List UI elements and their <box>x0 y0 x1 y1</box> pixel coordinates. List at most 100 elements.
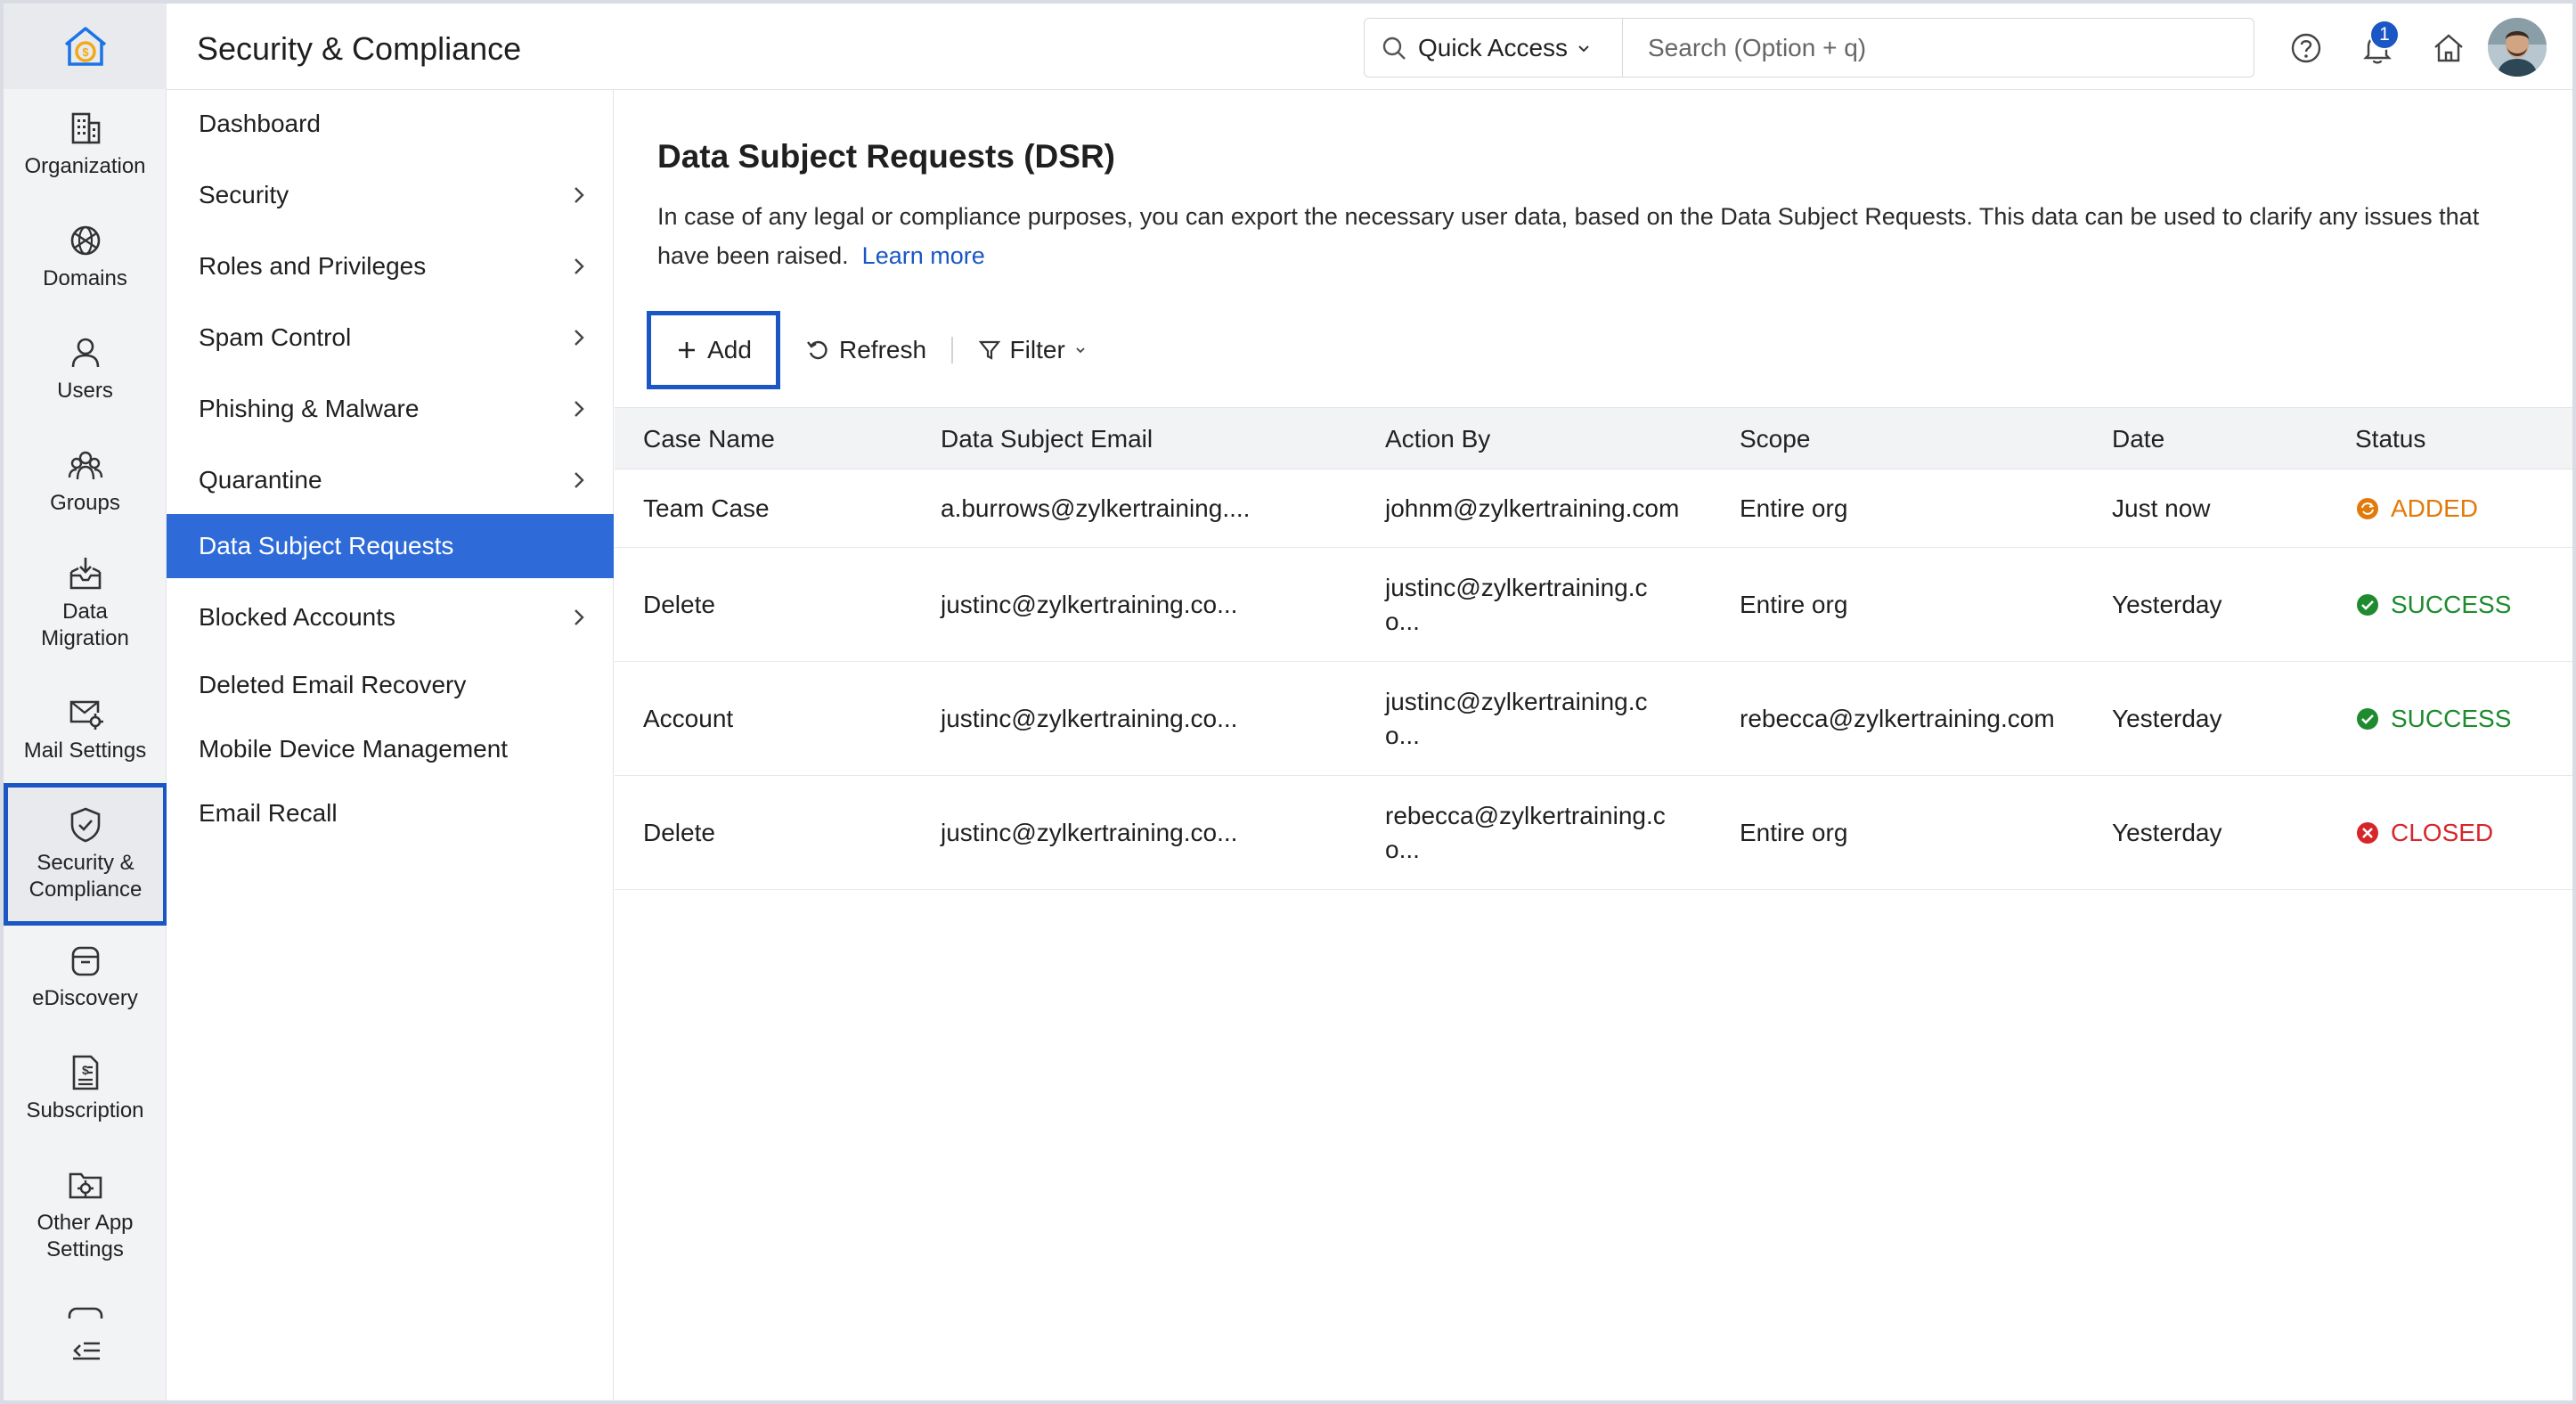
cell-action-by: justinc@zylkertraining.co... <box>1385 687 1648 749</box>
rail-item-subscription[interactable]: $ Subscription <box>4 1053 167 1124</box>
nav-item-phishing-malware[interactable]: Phishing & Malware <box>167 377 614 441</box>
nav-item-label: Deleted Email Recovery <box>199 671 467 698</box>
app-logo[interactable]: $ <box>4 4 167 89</box>
column-header-action-by[interactable]: Action By <box>1385 408 1490 470</box>
check-circle-icon <box>2357 593 2378 616</box>
rail-item-ediscovery[interactable]: eDiscovery <box>4 941 167 1012</box>
search-icon <box>1382 37 1406 60</box>
security-compliance-nav: Dashboard Security Roles and Privileges … <box>167 90 614 1400</box>
table-row[interactable]: Account justinc@zylkertraining.co... jus… <box>615 662 2572 776</box>
cell-status: SUCCESS <box>2355 548 2511 661</box>
nav-item-label: Phishing & Malware <box>199 395 420 422</box>
nav-item-mobile-device-management[interactable]: Mobile Device Management <box>167 717 614 781</box>
nav-item-quarantine[interactable]: Quarantine <box>167 448 614 512</box>
rail-item-label: Other App Settings <box>37 1211 134 1261</box>
archive-box-icon <box>71 946 99 976</box>
shield-check-icon <box>70 807 101 843</box>
user-avatar[interactable] <box>2488 18 2547 77</box>
building-icon <box>71 112 100 144</box>
app-rail: $ Organization Domains Users Groups Data… <box>4 4 167 1400</box>
nav-item-blocked-accounts[interactable]: Blocked Accounts <box>167 585 614 649</box>
nav-item-spam-control[interactable]: Spam Control <box>167 306 614 370</box>
rail-item-label: eDiscovery <box>32 986 138 1010</box>
top-header: Security & Compliance Quick Access Searc… <box>167 4 2572 90</box>
help-icon[interactable] <box>2287 29 2326 68</box>
rail-item-label: Subscription <box>26 1098 144 1122</box>
chevron-down-icon <box>1578 45 1589 52</box>
rail-item-other-app-settings[interactable]: Other App Settings <box>4 1165 167 1263</box>
rail-item-organization[interactable]: Organization <box>4 109 167 180</box>
user-icon <box>71 338 99 368</box>
filter-icon <box>978 340 1000 360</box>
search-input[interactable]: Search (Option + q) <box>1623 34 1866 62</box>
nav-item-label: Data Subject Requests <box>199 532 454 559</box>
rail-item-domains[interactable]: Domains <box>4 221 167 292</box>
cell-scope: Entire org <box>1740 818 1848 846</box>
refresh-icon <box>807 340 827 360</box>
page-description: In case of any legal or compliance purpo… <box>657 197 2537 275</box>
rail-item-label: Users <box>57 379 113 403</box>
avatar-portrait-icon <box>2488 18 2547 77</box>
cell-scope: Entire org <box>1740 590 1848 618</box>
cell-case-name: Delete <box>643 818 715 846</box>
cell-email: a.burrows@zylkertraining.... <box>941 494 1251 522</box>
column-header-date[interactable]: Date <box>2112 408 2164 470</box>
invoice-icon: $ <box>72 1055 98 1090</box>
column-header-scope[interactable]: Scope <box>1740 408 1810 470</box>
learn-more-link[interactable]: Learn more <box>862 242 985 269</box>
cell-case-name: Account <box>643 704 734 732</box>
quick-access-dropdown[interactable]: Quick Access <box>1365 19 1623 77</box>
search-bar[interactable]: Quick Access Search (Option + q) <box>1364 18 2254 78</box>
filter-button[interactable]: Filter <box>978 336 1087 364</box>
rail-item-data-migration[interactable]: Data Migration <box>4 554 167 652</box>
page-title: Data Subject Requests (DSR) <box>657 138 1115 175</box>
refresh-button[interactable]: Refresh <box>805 336 926 364</box>
pending-status-icon <box>2357 497 2378 519</box>
nav-item-email-recall[interactable]: Email Recall <box>167 781 614 845</box>
collapse-menu-icon <box>73 1342 100 1360</box>
home-icon[interactable] <box>2429 29 2468 68</box>
cell-email: justinc@zylkertraining.co... <box>941 818 1238 846</box>
rail-item-users[interactable]: Users <box>4 333 167 404</box>
table-row[interactable]: Delete justinc@zylkertraining.co... just… <box>615 548 2572 662</box>
collapse-sidebar-button[interactable] <box>68 1335 103 1370</box>
nav-item-label: Email Recall <box>199 799 338 827</box>
table-row[interactable]: Team Case a.burrows@zylkertraining.... j… <box>615 469 2572 548</box>
svg-text:$: $ <box>82 45 89 59</box>
nav-item-roles-privileges[interactable]: Roles and Privileges <box>167 234 614 298</box>
cell-email: justinc@zylkertraining.co... <box>941 590 1238 618</box>
nav-item-label: Roles and Privileges <box>199 252 427 280</box>
column-header-data-subject-email[interactable]: Data Subject Email <box>941 408 1153 470</box>
nav-item-data-subject-requests[interactable]: Data Subject Requests <box>167 514 614 578</box>
rail-more-item[interactable] <box>68 1306 103 1318</box>
admin-logo-icon: $ <box>64 27 106 66</box>
column-header-case-name[interactable]: Case Name <box>643 408 775 470</box>
status-label: SUCCESS <box>2391 704 2512 732</box>
plus-icon <box>679 342 696 358</box>
chevron-right-icon <box>575 258 584 274</box>
quick-access-label: Quick Access <box>1418 33 1569 61</box>
add-button[interactable]: Add <box>647 311 780 389</box>
group-icon <box>68 451 102 480</box>
nav-item-dashboard[interactable]: Dashboard <box>167 92 614 156</box>
cell-case-name: Delete <box>643 590 715 618</box>
column-header-status[interactable]: Status <box>2355 408 2425 470</box>
rail-item-security-compliance[interactable]: Security & Compliance <box>4 783 167 926</box>
svg-text:$: $ <box>82 1063 89 1077</box>
nav-item-label: Mobile Device Management <box>199 735 509 763</box>
nav-item-deleted-email-recovery[interactable]: Deleted Email Recovery <box>167 653 614 717</box>
status-label: ADDED <box>2391 494 2479 522</box>
rail-item-mail-settings[interactable]: Mail Settings <box>4 693 167 764</box>
cell-scope: rebecca@zylkertraining.com <box>1740 704 2055 732</box>
folder-gear-icon <box>69 1172 102 1199</box>
nav-item-label: Spam Control <box>199 323 352 351</box>
cell-status: CLOSED <box>2355 776 2493 889</box>
rail-item-groups[interactable]: Groups <box>4 445 167 517</box>
table-row[interactable]: Delete justinc@zylkertraining.co... rebe… <box>615 776 2572 890</box>
rail-item-label: Groups <box>50 491 120 515</box>
status-label: SUCCESS <box>2391 590 2512 618</box>
chevron-down-icon <box>1076 347 1085 354</box>
nav-item-label: Quarantine <box>199 466 322 494</box>
nav-item-security[interactable]: Security <box>167 163 614 227</box>
toolbar: Add Refresh Filter <box>647 311 1087 389</box>
